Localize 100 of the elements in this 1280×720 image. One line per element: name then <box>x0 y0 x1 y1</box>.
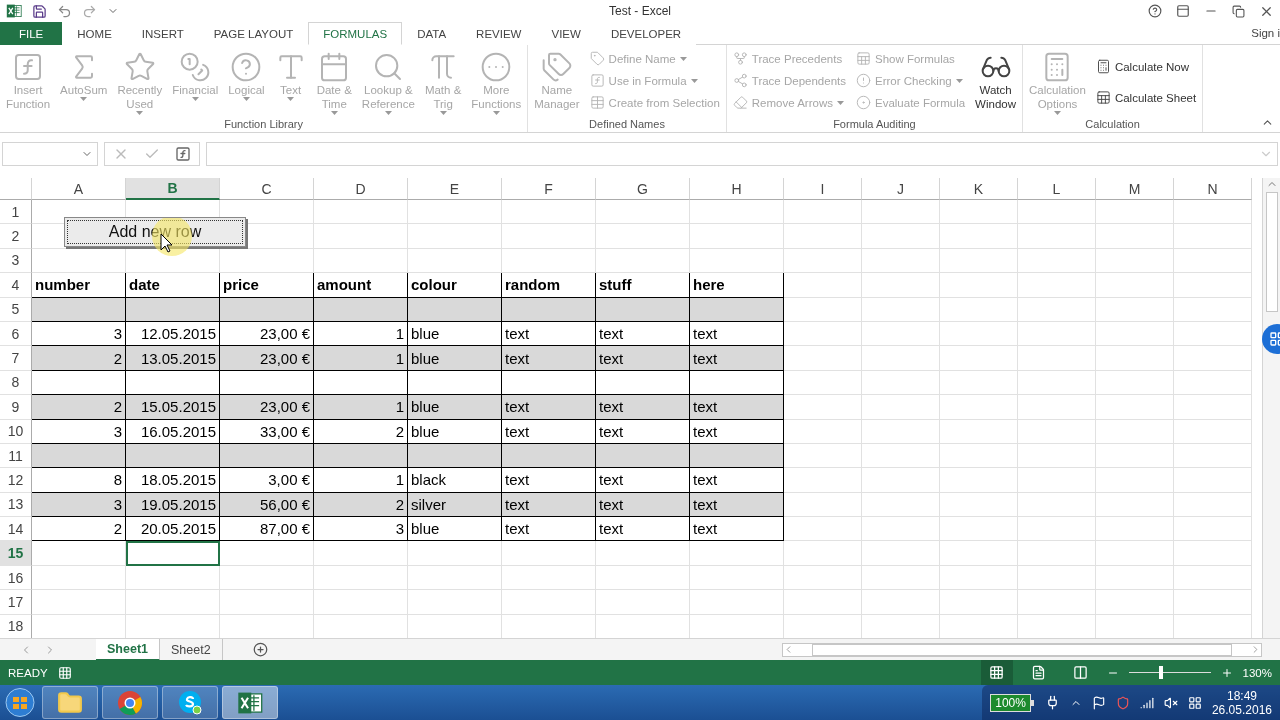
table-cell: 18.05.2015 <box>126 468 220 493</box>
column-header[interactable]: L <box>1018 178 1096 200</box>
ribbon-tab[interactable]: FORMULAS <box>308 22 403 45</box>
table-cell: text <box>690 517 784 542</box>
table-cell: 2 <box>32 395 126 420</box>
question-icon <box>230 51 263 83</box>
ribbon-tab[interactable]: FILE <box>0 22 63 45</box>
tags-icon <box>540 51 573 83</box>
ribbon-display-icon[interactable] <box>1176 4 1190 18</box>
table-cell: text <box>502 321 596 347</box>
table-cell: date <box>126 273 220 298</box>
row-header[interactable]: 13 <box>0 492 32 518</box>
row-header[interactable]: 9 <box>0 395 32 420</box>
flag-icon[interactable] <box>1091 695 1106 710</box>
row-header[interactable]: 12 <box>0 468 32 493</box>
table-cell: text <box>502 517 596 542</box>
table-cell: text <box>690 346 784 371</box>
taskbar-app[interactable] <box>162 686 218 719</box>
table-icon <box>589 95 605 110</box>
start-orb-icon[interactable] <box>2 685 38 720</box>
row-header[interactable]: 7 <box>0 346 32 371</box>
table-cell: 3 <box>32 419 126 444</box>
table-cell: amount <box>314 273 408 298</box>
signal-icon[interactable] <box>1139 695 1154 710</box>
column-header[interactable]: E <box>408 178 502 200</box>
column-header[interactable]: D <box>314 178 408 200</box>
taskbar-app[interactable] <box>42 686 98 719</box>
table-cell: 19.05.2015 <box>126 492 220 518</box>
column-header[interactable]: B <box>126 178 220 200</box>
muted-speaker-icon[interactable] <box>1163 695 1178 710</box>
taskbar-app[interactable] <box>222 686 278 719</box>
column-header[interactable]: H <box>690 178 784 200</box>
scroll-thumb[interactable] <box>812 643 1232 656</box>
row-header[interactable]: 14 <box>0 517 32 542</box>
ribbon-button[interactable]: Calculate Sheet <box>1095 88 1197 107</box>
column-header[interactable]: G <box>596 178 690 200</box>
group-label: Calculation <box>1084 118 1141 130</box>
normal-view-button[interactable] <box>980 660 1013 685</box>
row-header[interactable]: 3 <box>0 248 32 274</box>
zoom-in-icon[interactable] <box>1220 666 1233 679</box>
folder-icon <box>57 689 83 716</box>
row-header[interactable]: 10 <box>0 419 32 444</box>
restore-icon[interactable] <box>1232 4 1245 18</box>
group-label: Formula Auditing <box>832 118 917 130</box>
star-icon <box>123 51 156 83</box>
clock[interactable]: 18:49 26.05.2016 <box>1211 688 1272 717</box>
column-header[interactable]: J <box>862 178 940 200</box>
sheet-icon <box>1095 90 1111 105</box>
column-header[interactable]: I <box>784 178 862 200</box>
coins-icon <box>179 51 212 83</box>
horizontal-scrollbar[interactable] <box>782 642 1262 657</box>
undo-icon[interactable] <box>57 3 72 19</box>
column-header[interactable]: C <box>220 178 314 200</box>
ribbon-button[interactable]: Calculate Now <box>1095 57 1197 76</box>
sign-in-link[interactable]: Sign i <box>1251 27 1280 39</box>
row-header[interactable]: 11 <box>0 443 32 469</box>
row-header[interactable]: 15 <box>0 541 32 566</box>
row-header[interactable]: 4 <box>0 273 32 298</box>
alert-icon <box>856 73 871 88</box>
row-header[interactable]: 16 <box>0 565 32 591</box>
row-header[interactable]: 1 <box>0 200 32 225</box>
taskbar-app[interactable] <box>102 686 158 719</box>
save-icon[interactable] <box>32 3 47 19</box>
table-cell: text <box>596 517 690 542</box>
row-header[interactable]: 6 <box>0 321 32 347</box>
clock-date: 26.05.2016 <box>1211 702 1272 717</box>
formula-field[interactable] <box>206 142 1278 166</box>
table-cell: blue <box>408 395 502 420</box>
table-cell: here <box>690 273 784 298</box>
table-cell: 3,00 € <box>220 468 314 493</box>
table-cell: 13.05.2015 <box>126 346 220 371</box>
table-cell: 1 <box>314 321 408 347</box>
table-cell: colour <box>408 273 502 298</box>
ribbon-button[interactable]: Watch Window <box>971 49 1020 113</box>
table-cell: text <box>502 346 596 371</box>
chrome-icon <box>117 689 143 716</box>
vertical-scrollbar[interactable] <box>1262 178 1280 638</box>
scroll-thumb[interactable] <box>1265 192 1278 312</box>
row-header[interactable]: 17 <box>0 590 32 615</box>
table-cell: 3 <box>314 517 408 542</box>
zoom-thumb[interactable] <box>1159 666 1164 679</box>
clock-time: 18:49 <box>1226 688 1257 703</box>
sheet-tab[interactable]: Sheet1 <box>96 638 160 661</box>
row-header[interactable]: 2 <box>0 224 32 249</box>
row-header[interactable]: 5 <box>0 297 32 322</box>
row-header[interactable]: 8 <box>0 370 32 396</box>
column-header[interactable]: K <box>940 178 1018 200</box>
column-header[interactable]: F <box>502 178 596 200</box>
redo-icon[interactable] <box>82 3 97 19</box>
function-icon[interactable] <box>175 146 192 162</box>
column-header[interactable]: N <box>1174 178 1252 200</box>
column-header[interactable]: A <box>32 178 126 200</box>
shield-icon[interactable] <box>1115 695 1130 710</box>
windows-icon[interactable] <box>1187 695 1202 710</box>
zoom-reading[interactable]: 130% <box>1242 666 1272 679</box>
column-header[interactable]: M <box>1096 178 1174 200</box>
add-sheet-icon[interactable] <box>252 642 268 657</box>
table-cell: 33,00 € <box>220 419 314 444</box>
table-cell: 1 <box>314 468 408 493</box>
help-icon[interactable] <box>1148 4 1162 18</box>
